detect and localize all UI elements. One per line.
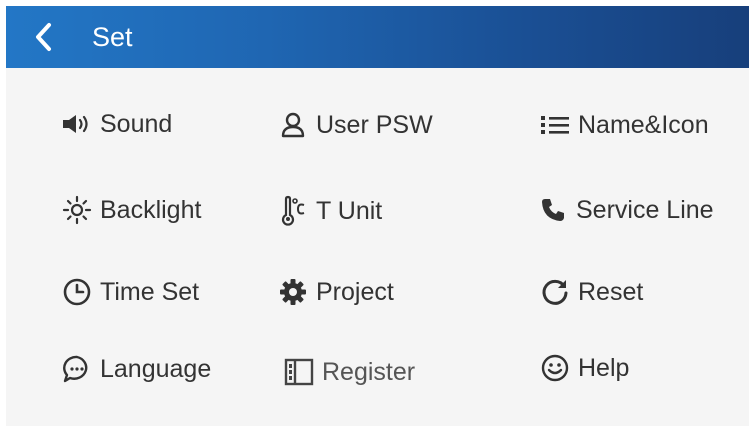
menu-item-help[interactable]: Help xyxy=(538,348,629,388)
menu-item-user-psw[interactable]: User PSW xyxy=(276,105,433,145)
back-button[interactable] xyxy=(26,20,62,54)
brightness-icon xyxy=(60,193,94,227)
register-icon xyxy=(282,355,316,389)
menu-label: Name&Icon xyxy=(578,111,709,139)
gear-icon xyxy=(276,275,310,309)
clock-icon xyxy=(60,275,94,309)
speaker-icon xyxy=(60,107,94,141)
menu-label: Service Line xyxy=(576,196,714,224)
user-icon xyxy=(276,108,310,142)
menu-label: Register xyxy=(322,358,416,386)
page-title: Set xyxy=(92,22,133,52)
menu-label: T Unit xyxy=(316,197,383,225)
menu-item-service-line[interactable]: Service Line xyxy=(536,190,714,230)
list-icon xyxy=(538,108,572,142)
menu-label: Reset xyxy=(578,278,644,306)
menu-item-t-unit[interactable]: T Unit xyxy=(276,191,382,231)
menu-item-language[interactable]: Language xyxy=(60,349,211,389)
menu-label: Language xyxy=(100,355,212,383)
chevron-left-icon xyxy=(36,23,51,51)
menu-label: User PSW xyxy=(316,111,433,139)
phone-icon xyxy=(536,193,570,227)
menu-item-register[interactable]: Register xyxy=(282,352,415,392)
header-bar: Set xyxy=(6,6,749,68)
menu-label: Project xyxy=(316,278,394,306)
menu-label: Help xyxy=(578,354,630,382)
settings-screen: Set Sound User PSW Name&Icon Backlight T… xyxy=(6,6,749,426)
reset-icon xyxy=(538,275,572,309)
menu-label: Time Set xyxy=(100,278,200,306)
menu-label: Backlight xyxy=(100,196,202,224)
menu-item-sound[interactable]: Sound xyxy=(60,104,172,144)
thermometer-icon xyxy=(276,194,310,228)
menu-item-backlight[interactable]: Backlight xyxy=(60,190,201,230)
menu-label: Sound xyxy=(100,110,173,138)
menu-item-reset[interactable]: Reset xyxy=(538,272,643,312)
menu-item-name-icon[interactable]: Name&Icon xyxy=(538,105,709,145)
chat-bubble-icon xyxy=(60,352,94,386)
menu-item-time-set[interactable]: Time Set xyxy=(60,272,199,312)
smiley-icon xyxy=(538,351,572,385)
menu-item-project[interactable]: Project xyxy=(276,272,394,312)
